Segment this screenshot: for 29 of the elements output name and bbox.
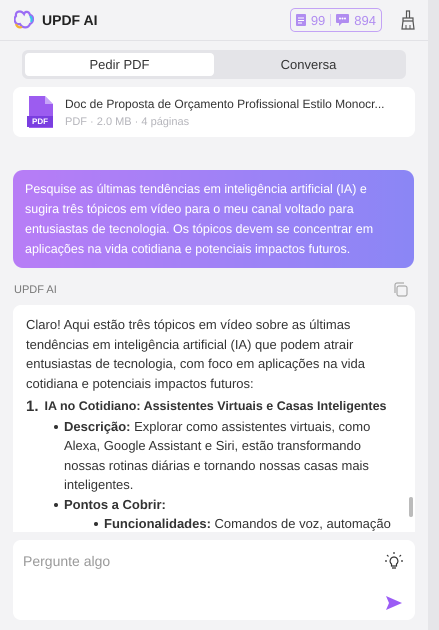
list-text: Descrição: Explorar como assistentes virtuais, como Alexa, Google Assistant e Siri, estão transformando nossas rotinas diárias e tornando nossas casas mais inteligentes.	[64, 418, 372, 494]
usage-count: 894	[354, 12, 376, 28]
answer-intro: Claro! Aqui estão três tópicos em vídeo sobre as últimas tendências em inteligência artificial (IA) que podem atrair entusiastas de tecnologia, com foco em aplicações na vida cotidiana e potenciais impactos futuros:	[26, 316, 366, 393]
send-icon[interactable]	[386, 596, 402, 610]
usage-count: 99	[310, 12, 326, 28]
assistant-name: UPDF AI	[14, 284, 57, 296]
user-message: Pesquise as últimas tendências em inteligência artificial (IA) e sugira três tópicos em vídeo para o meu canal voltado para entusiastas de tecnologia. Os tópicos devem se concentrar em aplicações na vida cotidiana e potenciais impactos futuros.	[13, 170, 414, 268]
list-text: Pontos a Cobrir:	[64, 496, 166, 514]
lightbulb-icon[interactable]	[385, 552, 403, 570]
document-card[interactable]: PDF Doc de Proposta de Orçamento Profissional Estilo Monocr... PDF · 2.0 MB · 4 páginas	[13, 87, 415, 137]
pdf-badge: PDF	[27, 116, 53, 127]
question-input[interactable]: Pergunte algo	[13, 540, 415, 620]
logo-icon	[14, 10, 34, 30]
scrollbar-thumb[interactable]	[409, 497, 413, 517]
bullet-icon	[54, 502, 58, 506]
tab[interactable]: Conversa	[214, 53, 403, 76]
tab[interactable]: Pedir PDF	[25, 53, 214, 76]
copy-icon[interactable]	[393, 282, 408, 297]
document-icon	[296, 14, 306, 26]
list-text: Funcionalidades: Comandos de voz, automação	[104, 515, 391, 532]
document-meta: PDF · 2.0 MB · 4 páginas	[65, 116, 190, 128]
chat-icon	[336, 14, 350, 26]
app-title: UPDF AI	[42, 12, 98, 28]
bullet-icon	[94, 522, 98, 526]
section-number: 1.	[26, 397, 39, 416]
section-title: IA no Cotidiano: Assistentes Virtuais e Casas Inteligentes	[44, 398, 387, 415]
bullet-icon	[54, 424, 58, 428]
document-name: Doc de Proposta de Orçamento Profissional Estilo Monocr...	[65, 96, 384, 110]
broom-icon[interactable]	[400, 10, 416, 30]
